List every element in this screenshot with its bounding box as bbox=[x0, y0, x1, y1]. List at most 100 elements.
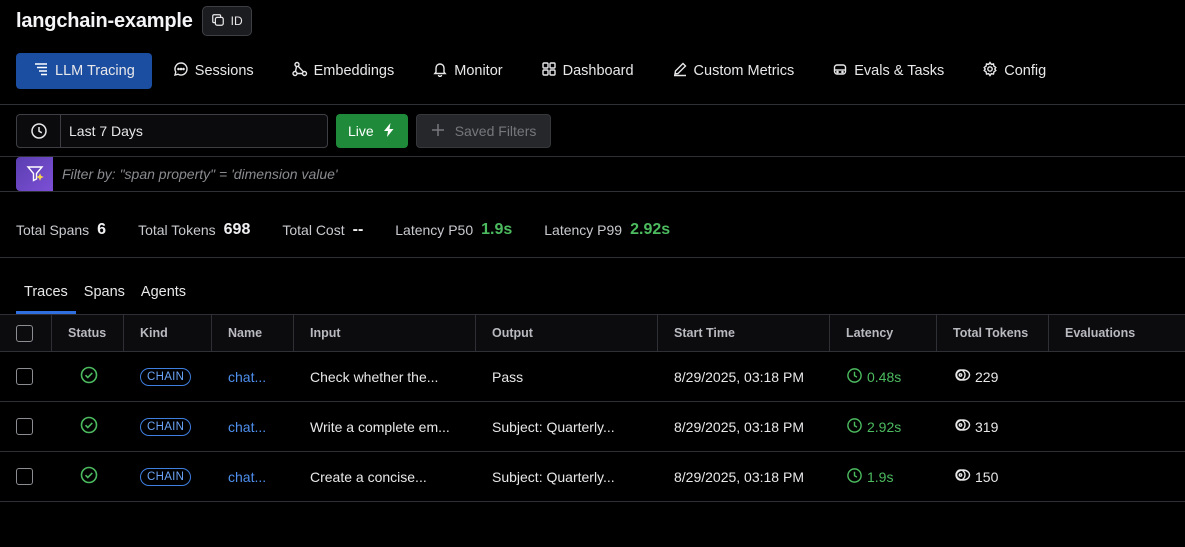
row-checkbox[interactable] bbox=[16, 418, 33, 435]
stat-label: Latency P50 bbox=[395, 222, 474, 238]
tab-agents[interactable]: Agents bbox=[133, 270, 194, 314]
name-cell: chat... bbox=[212, 352, 294, 402]
column-header-kind[interactable]: Kind bbox=[124, 315, 212, 351]
filter-input[interactable]: Filter by: "span property" = 'dimension … bbox=[53, 157, 1185, 191]
time-range-label: Last 7 Days bbox=[69, 123, 143, 139]
token-text: 319 bbox=[975, 418, 999, 435]
stat-value: 1.9s bbox=[481, 221, 513, 238]
project-header: langchain-example ID bbox=[16, 6, 252, 36]
project-name: langchain-example bbox=[16, 9, 193, 32]
token-text: 150 bbox=[975, 468, 999, 485]
select-all-checkbox[interactable] bbox=[16, 324, 33, 342]
span-name-link[interactable]: chat... bbox=[228, 369, 266, 385]
saved-filters-button[interactable]: Saved Filters bbox=[415, 114, 552, 148]
row-select-cell bbox=[0, 402, 52, 452]
nav-tab-dashboard[interactable]: Dashboard bbox=[524, 53, 651, 89]
latency-text: 1.9s bbox=[867, 468, 894, 485]
id-label: ID bbox=[230, 14, 243, 28]
token-count: 229 bbox=[953, 366, 998, 387]
span-name-link[interactable]: chat... bbox=[228, 469, 266, 485]
plus-icon bbox=[431, 123, 445, 140]
table-row[interactable]: CHAIN chat... Check whether the... Pass … bbox=[0, 352, 1185, 402]
tab-traces[interactable]: Traces bbox=[16, 270, 76, 314]
nav-tab-llm-tracing[interactable]: LLM Tracing bbox=[16, 53, 152, 89]
span-name-link[interactable]: chat... bbox=[228, 419, 266, 435]
nav-tab-config[interactable]: Config bbox=[965, 53, 1063, 89]
token-icon bbox=[953, 416, 971, 437]
status-cell bbox=[52, 452, 124, 502]
gear-icon bbox=[982, 61, 998, 81]
tab-label: Traces bbox=[24, 284, 68, 300]
live-label: Live bbox=[348, 123, 374, 139]
divider bbox=[0, 104, 1185, 105]
column-header-name[interactable]: Name bbox=[212, 315, 294, 351]
table-row[interactable]: CHAIN chat... Create a concise... Subjec… bbox=[0, 452, 1185, 502]
select-all-cell bbox=[0, 315, 52, 351]
token-icon bbox=[953, 366, 971, 387]
tokens-cell: 229 bbox=[937, 352, 1049, 402]
stat-value: 698 bbox=[223, 221, 251, 238]
nav-tab-embeddings[interactable]: Embeddings bbox=[275, 53, 412, 89]
clock-icon bbox=[846, 367, 863, 387]
stat-latency-p99: Latency P99 2.92s bbox=[544, 221, 670, 239]
latency-value: 2.92s bbox=[846, 417, 901, 437]
output-cell: Pass bbox=[492, 368, 524, 385]
row-checkbox[interactable] bbox=[16, 468, 33, 485]
stat-value: 2.92s bbox=[630, 221, 671, 238]
nav-tab-label: Embeddings bbox=[313, 63, 395, 79]
status-cell bbox=[52, 352, 124, 402]
nav-tab-evals-tasks[interactable]: Evals & Tasks bbox=[815, 53, 961, 89]
status-cell bbox=[52, 402, 124, 452]
tab-label: Agents bbox=[140, 284, 187, 300]
nav-tab-monitor[interactable]: Monitor bbox=[415, 53, 519, 89]
copy-id-button[interactable]: ID bbox=[201, 6, 252, 36]
input-cell: Check whether the... bbox=[310, 368, 439, 385]
table-header: Status Kind Name Input Output Start Time… bbox=[0, 314, 1185, 352]
kind-badge: CHAIN bbox=[140, 367, 192, 386]
output-cell: Subject: Quarterly... bbox=[492, 468, 615, 485]
latency-value: 1.9s bbox=[846, 467, 893, 487]
stat-label: Total Spans bbox=[16, 222, 90, 238]
column-header-start-time[interactable]: Start Time bbox=[658, 315, 830, 351]
kind-badge: CHAIN bbox=[140, 417, 192, 436]
chat-bubble-icon bbox=[173, 61, 189, 81]
divider bbox=[0, 191, 1185, 192]
copy-icon bbox=[211, 13, 225, 30]
column-header-evaluations[interactable]: Evaluations bbox=[1049, 315, 1185, 351]
table-row[interactable]: CHAIN chat... Write a complete em... Sub… bbox=[0, 402, 1185, 452]
grid-icon bbox=[541, 61, 557, 81]
column-header-status[interactable]: Status bbox=[52, 315, 124, 351]
start-time-cell: 8/29/2025, 03:18 PM bbox=[674, 468, 804, 485]
name-cell: chat... bbox=[212, 452, 294, 502]
stats-bar: Total Spans 6 Total Tokens 698 Total Cos… bbox=[16, 218, 702, 242]
row-select-cell bbox=[0, 352, 52, 402]
stat-label: Total Tokens bbox=[138, 222, 216, 238]
time-toolbar: Last 7 Days Live Saved Filters bbox=[16, 114, 552, 148]
name-cell: chat... bbox=[212, 402, 294, 452]
nav-tab-label: Dashboard bbox=[562, 63, 634, 79]
pencil-icon bbox=[672, 61, 688, 81]
row-checkbox[interactable] bbox=[16, 368, 33, 385]
time-range-picker[interactable]: Last 7 Days bbox=[16, 114, 328, 148]
nav-tab-sessions[interactable]: Sessions bbox=[156, 53, 271, 89]
column-header-latency[interactable]: Latency bbox=[830, 315, 937, 351]
evaluations-cell bbox=[1049, 402, 1185, 452]
column-header-input[interactable]: Input bbox=[294, 315, 476, 351]
tab-spans[interactable]: Spans bbox=[76, 270, 133, 314]
kind-cell: CHAIN bbox=[124, 352, 212, 402]
nav-tab-label: Sessions bbox=[194, 63, 254, 79]
check-circle-icon bbox=[80, 466, 98, 487]
token-count: 319 bbox=[953, 416, 998, 437]
nav-tab-custom-metrics[interactable]: Custom Metrics bbox=[655, 53, 812, 89]
live-button[interactable]: Live bbox=[336, 114, 408, 148]
clock-icon bbox=[846, 417, 863, 437]
nav-tab-label: Custom Metrics bbox=[693, 63, 795, 79]
latency-text: 0.48s bbox=[867, 368, 902, 385]
token-icon bbox=[953, 466, 971, 487]
stat-total-spans: Total Spans 6 bbox=[16, 221, 106, 239]
latency-value: 0.48s bbox=[846, 367, 901, 387]
column-header-total-tokens[interactable]: Total Tokens bbox=[937, 315, 1049, 351]
robot-icon bbox=[832, 61, 848, 81]
filter-ai-button[interactable] bbox=[16, 157, 53, 191]
column-header-output[interactable]: Output bbox=[476, 315, 658, 351]
